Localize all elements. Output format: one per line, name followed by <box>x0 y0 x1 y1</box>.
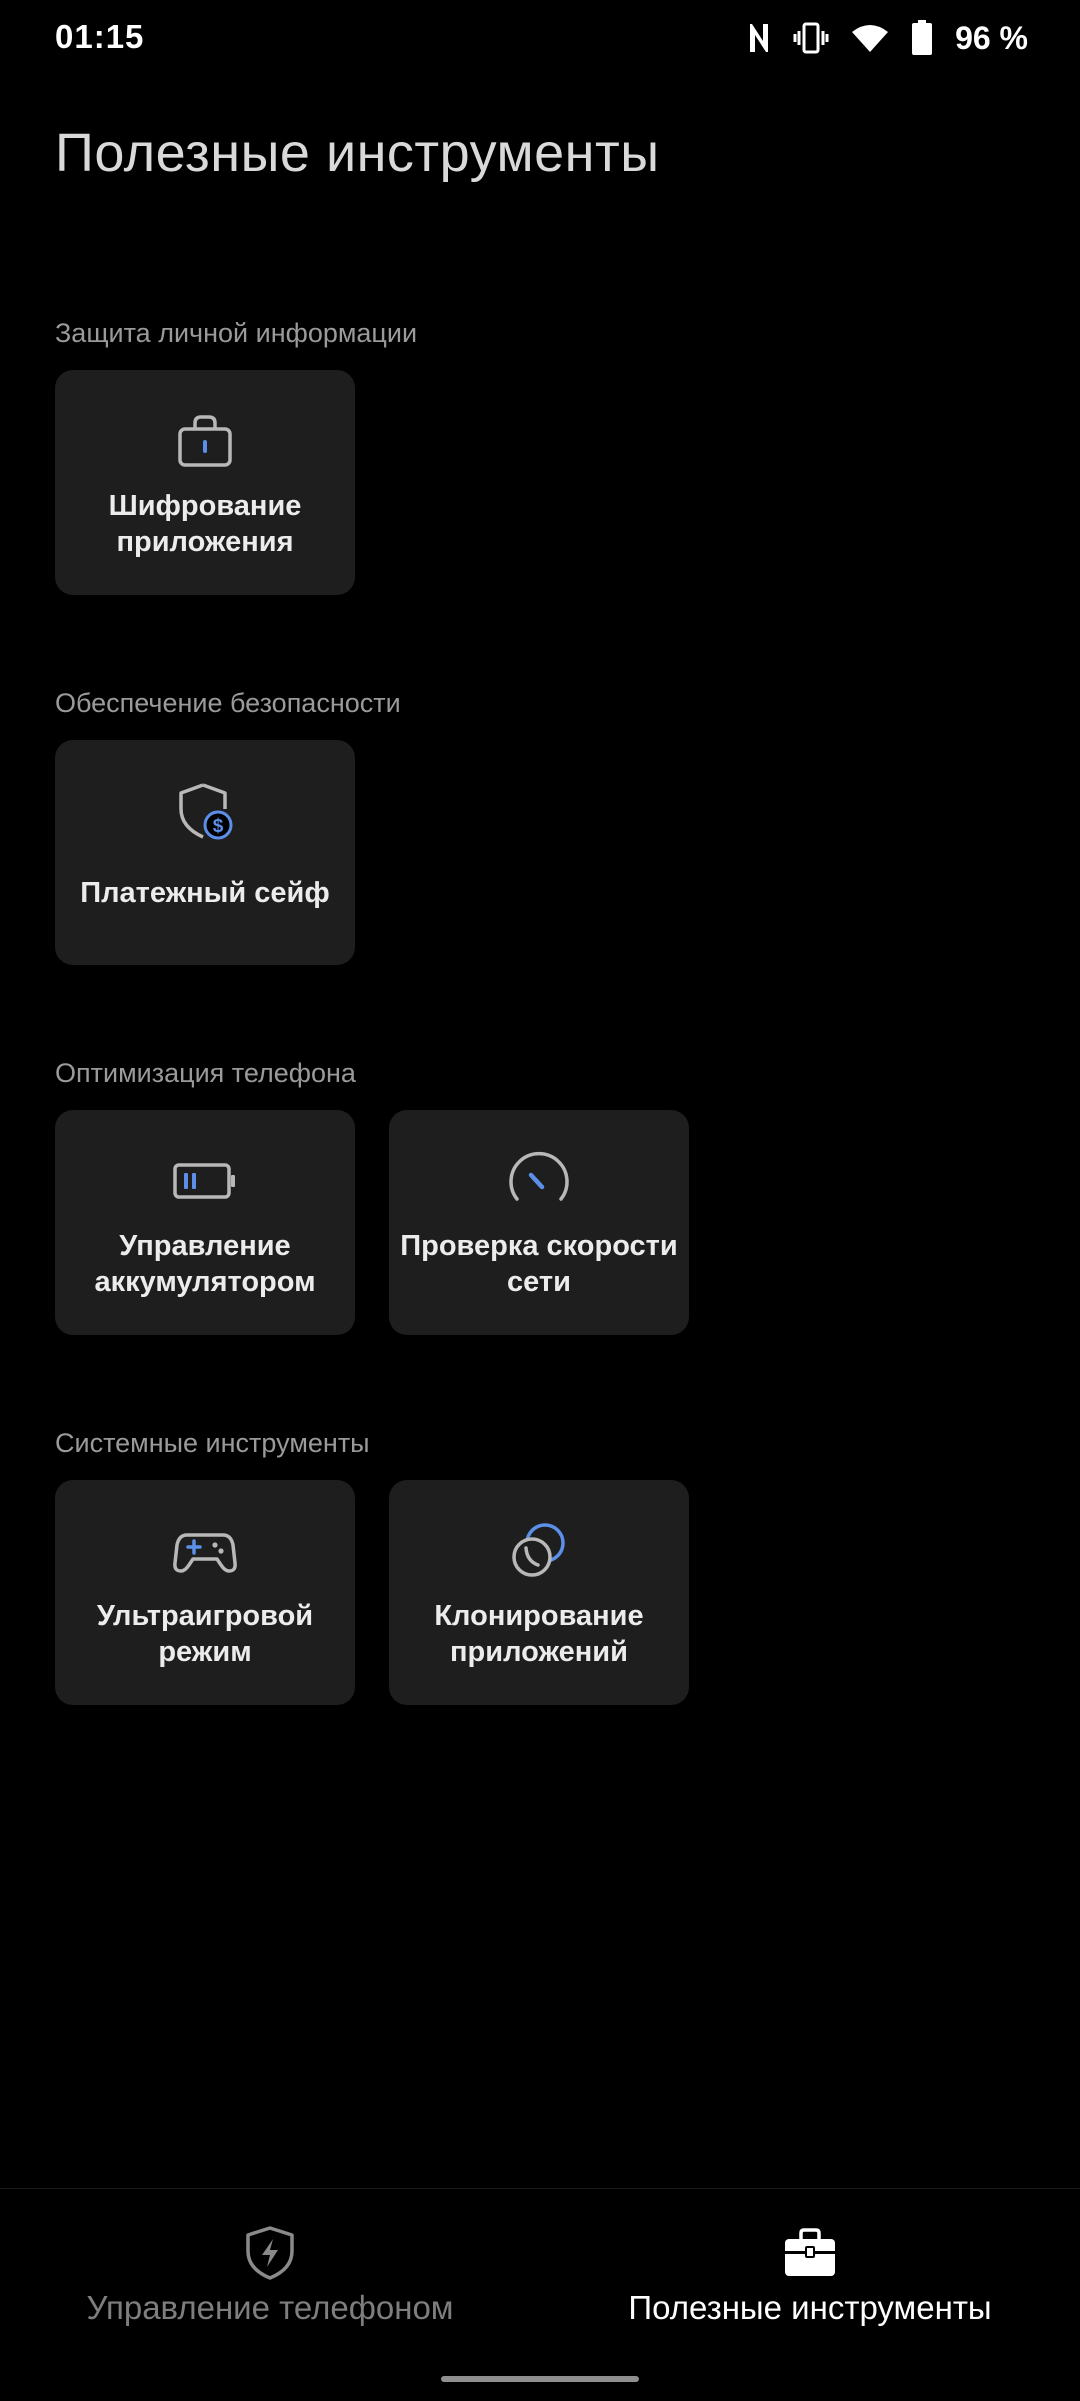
tile-network-speed-test[interactable]: Проверка скорости сети <box>389 1110 689 1335</box>
tile-battery-management[interactable]: Управление аккумулятором <box>55 1110 355 1335</box>
vibrate-icon <box>793 21 829 55</box>
tile-payment-safe[interactable]: $ Платежный сейф <box>55 740 355 965</box>
shield-bolt-icon <box>242 2225 298 2281</box>
shield-dollar-icon: $ <box>170 776 240 846</box>
tile-label: Проверка скорости сети <box>400 1230 678 1298</box>
page-title: Полезные инструменты <box>55 123 660 183</box>
tile-app-cloning[interactable]: Клонирование приложений <box>389 1480 689 1705</box>
tile-label: Ультраигровой режим <box>96 1600 314 1668</box>
nav-label-useful-tools: Полезные инструменты <box>628 2289 992 2326</box>
nav-label-phone-management: Управление телефоном <box>86 2289 454 2326</box>
tile-label: Клонирование приложений <box>434 1600 644 1668</box>
bottom-navigation: Управление телефоном Полезные инструмент… <box>0 2188 1080 2401</box>
lock-bag-icon <box>170 406 240 476</box>
gamepad-icon <box>170 1516 240 1586</box>
tile-ultra-game-mode[interactable]: Ультраигровой режим <box>55 1480 355 1705</box>
nav-item-phone-management[interactable]: Управление телефоном <box>0 2189 540 2359</box>
nav-item-useful-tools[interactable]: Полезные инструменты <box>540 2189 1080 2359</box>
svg-text:$: $ <box>213 816 224 837</box>
status-icons: 96 % <box>747 16 1028 60</box>
battery-icon <box>911 20 933 56</box>
speedometer-icon <box>504 1146 574 1216</box>
battery-percent: 96 % <box>955 19 1028 56</box>
section-label-security: Обеспечение безопасности <box>55 688 401 718</box>
nfc-icon <box>747 21 771 55</box>
tile-label: Управление аккумулятором <box>94 1230 316 1298</box>
tile-app-encryption[interactable]: Шифрование приложения <box>55 370 355 595</box>
status-time: 01:15 <box>55 18 145 55</box>
status-bar: 01:15 96 % <box>0 0 1080 80</box>
tile-label: Шифрование приложения <box>108 490 302 558</box>
tile-label: Платежный сейф <box>80 877 330 909</box>
battery-tile-icon <box>170 1146 240 1216</box>
section-label-system-tools: Системные инструменты <box>55 1428 370 1458</box>
section-label-optimization: Оптимизация телефона <box>55 1058 356 1088</box>
clone-icon <box>504 1516 574 1586</box>
home-indicator[interactable] <box>441 2376 639 2382</box>
toolbox-icon <box>782 2225 838 2281</box>
section-label-privacy: Защита личной информации <box>55 318 418 348</box>
wifi-icon <box>851 23 889 53</box>
